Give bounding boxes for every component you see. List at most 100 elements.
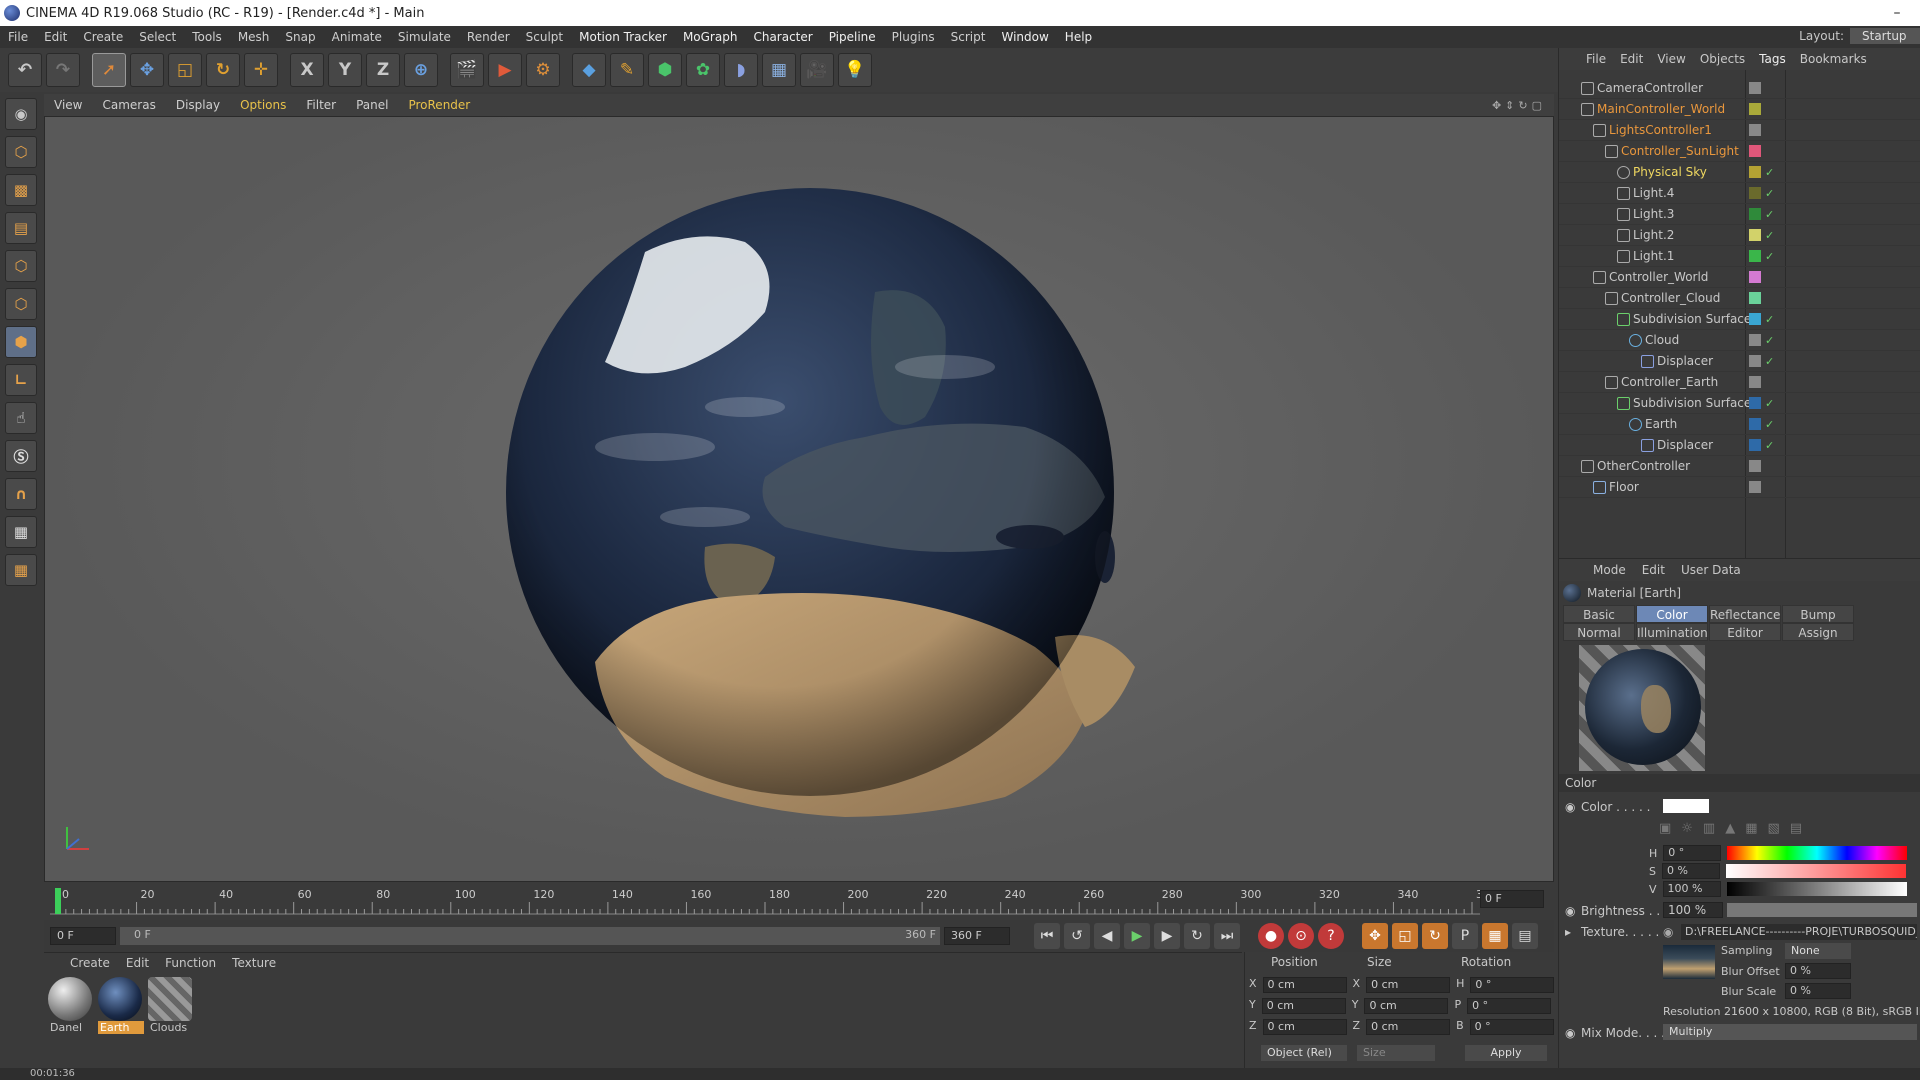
keyframe-selection-icon[interactable]: ? (1318, 923, 1344, 949)
select-icon[interactable]: ➚ (92, 53, 126, 87)
light-icon[interactable]: 💡 (838, 53, 872, 87)
tab-color[interactable]: Color (1636, 605, 1708, 623)
om-menu-objects[interactable]: Objects (1693, 52, 1752, 66)
scale-icon[interactable]: ◱ (168, 53, 202, 87)
rotation-p-field[interactable]: 0 ° (1467, 998, 1552, 1014)
size-mode-dropdown[interactable]: Size (1357, 1045, 1435, 1061)
autokey-icon[interactable]: ⊙ (1288, 923, 1314, 949)
enabled-check-icon[interactable]: ✓ (1765, 439, 1774, 452)
texture-mode-icon[interactable]: ▩ (5, 174, 37, 206)
layer-color-tag[interactable] (1749, 187, 1761, 199)
enabled-check-icon[interactable]: ✓ (1765, 334, 1774, 347)
object-row[interactable]: LightsController1 (1559, 120, 1920, 141)
key-position-icon[interactable]: ✥ (1362, 923, 1388, 949)
texture-thumbnail[interactable] (1663, 945, 1715, 979)
key-pla-icon[interactable]: ▦ (1482, 923, 1508, 949)
texture-path-field[interactable]: D:\FREELANCE----------PROJE\TURBOSQUID_ (1681, 924, 1917, 940)
end-frame-field[interactable]: 360 F (944, 927, 1010, 945)
rotation-b-field[interactable]: 0 ° (1469, 1019, 1554, 1035)
material-preview[interactable] (1579, 645, 1705, 771)
go-to-end-icon[interactable]: ⏭ (1214, 923, 1240, 949)
cloner-icon[interactable]: ✿ (686, 53, 720, 87)
layer-color-tag[interactable] (1749, 82, 1761, 94)
object-row[interactable]: Subdivision Surface ✓ (1559, 309, 1920, 330)
enabled-check-icon[interactable]: ✓ (1765, 313, 1774, 326)
menu-file[interactable]: File (0, 30, 36, 44)
menu-window[interactable]: Window (993, 30, 1056, 44)
layer-color-tag[interactable] (1749, 250, 1761, 262)
material-menu-texture[interactable]: Texture (224, 956, 284, 970)
position-z-field[interactable]: 0 cm (1262, 1019, 1347, 1035)
layer-color-tag[interactable] (1749, 229, 1761, 241)
layer-color-tag[interactable] (1749, 439, 1761, 451)
object-row[interactable]: Cloud ✓ (1559, 330, 1920, 351)
deformer-icon[interactable]: ◗ (724, 53, 758, 87)
menu-render[interactable]: Render (459, 30, 518, 44)
enabled-check-icon[interactable]: ✓ (1765, 250, 1774, 263)
enabled-check-icon[interactable]: ✓ (1765, 187, 1774, 200)
workplane-lock-icon[interactable]: ▦ (5, 554, 37, 586)
menu-create[interactable]: Create (75, 30, 131, 44)
rotate-icon[interactable]: ↻ (206, 53, 240, 87)
viewport-menu-filter[interactable]: Filter (296, 98, 346, 112)
polygons-mode-icon[interactable]: ⬢ (5, 326, 37, 358)
points-mode-icon[interactable]: ⬡ (5, 250, 37, 282)
object-row[interactable]: MainController_World (1559, 99, 1920, 120)
menu-snap[interactable]: Snap (277, 30, 323, 44)
om-menu-bookmarks[interactable]: Bookmarks (1793, 52, 1874, 66)
layer-color-tag[interactable] (1749, 271, 1761, 283)
model-mode-icon[interactable]: ⬡ (5, 136, 37, 168)
menu-motion-tracker[interactable]: Motion Tracker (571, 30, 675, 44)
menu-select[interactable]: Select (131, 30, 184, 44)
layer-color-tag[interactable] (1749, 460, 1761, 472)
brightness-field[interactable]: 100 % (1663, 902, 1723, 918)
position-y-field[interactable]: 0 cm (1261, 998, 1346, 1014)
menu-character[interactable]: Character (745, 30, 820, 44)
mix-mode-dropdown[interactable]: Multiply (1663, 1024, 1917, 1040)
tab-normal[interactable]: Normal (1563, 623, 1635, 641)
saturation-field[interactable]: 0 % (1661, 863, 1720, 879)
camera-icon[interactable]: 🎥 (800, 53, 834, 87)
apply-button[interactable]: Apply (1465, 1045, 1547, 1061)
next-frame-icon[interactable]: ▶ (1154, 923, 1180, 949)
blur-scale-field[interactable]: 0 % (1785, 983, 1851, 999)
brightness-radio-icon[interactable]: ◉ (1565, 904, 1575, 918)
layer-color-tag[interactable] (1749, 124, 1761, 136)
workplane-icon[interactable]: ▤ (5, 212, 37, 244)
position-x-field[interactable]: 0 cm (1262, 977, 1347, 993)
tab-bump[interactable]: Bump (1782, 605, 1854, 623)
om-menu-edit[interactable]: Edit (1613, 52, 1650, 66)
play-icon[interactable]: ▶ (1124, 923, 1150, 949)
material-menu-function[interactable]: Function (157, 956, 224, 970)
viewport-menu-options[interactable]: Options (230, 98, 296, 112)
object-row[interactable]: Displacer ✓ (1559, 351, 1920, 372)
floor-icon[interactable]: ▦ (762, 53, 796, 87)
color-swatch[interactable] (1663, 799, 1709, 813)
object-row[interactable]: Light.2 ✓ (1559, 225, 1920, 246)
go-to-start-icon[interactable]: ⏮ (1034, 923, 1060, 949)
layer-color-tag[interactable] (1749, 292, 1761, 304)
layer-color-tag[interactable] (1749, 145, 1761, 157)
timeline-window-icon[interactable]: ▤ (1512, 923, 1538, 949)
enabled-check-icon[interactable]: ✓ (1765, 166, 1774, 179)
snap-icon[interactable]: Ⓢ (5, 440, 37, 472)
saturation-slider[interactable] (1725, 864, 1906, 878)
layer-color-tag[interactable] (1749, 481, 1761, 493)
tab-editor[interactable]: Editor (1709, 623, 1781, 641)
texture-expand-icon[interactable]: ▸ (1565, 925, 1571, 939)
previous-key-icon[interactable]: ↺ (1064, 923, 1090, 949)
menu-pipeline[interactable]: Pipeline (821, 30, 884, 44)
material-swatch-earth[interactable]: Earth (98, 977, 144, 1034)
layer-color-tag[interactable] (1749, 376, 1761, 388)
menu-tools[interactable]: Tools (184, 30, 230, 44)
z-axis-icon[interactable]: Z (366, 53, 400, 87)
enabled-check-icon[interactable]: ✓ (1765, 229, 1774, 242)
layer-color-tag[interactable] (1749, 355, 1761, 367)
texture-menu-icon[interactable]: ◉ (1663, 925, 1673, 939)
layer-color-tag[interactable] (1749, 418, 1761, 430)
color-radio-icon[interactable]: ◉ (1565, 800, 1575, 814)
viewport-menu-panel[interactable]: Panel (346, 98, 398, 112)
value-field[interactable]: 100 % (1662, 881, 1721, 897)
object-row[interactable]: Light.1 ✓ (1559, 246, 1920, 267)
object-row[interactable]: CameraController (1559, 78, 1920, 99)
